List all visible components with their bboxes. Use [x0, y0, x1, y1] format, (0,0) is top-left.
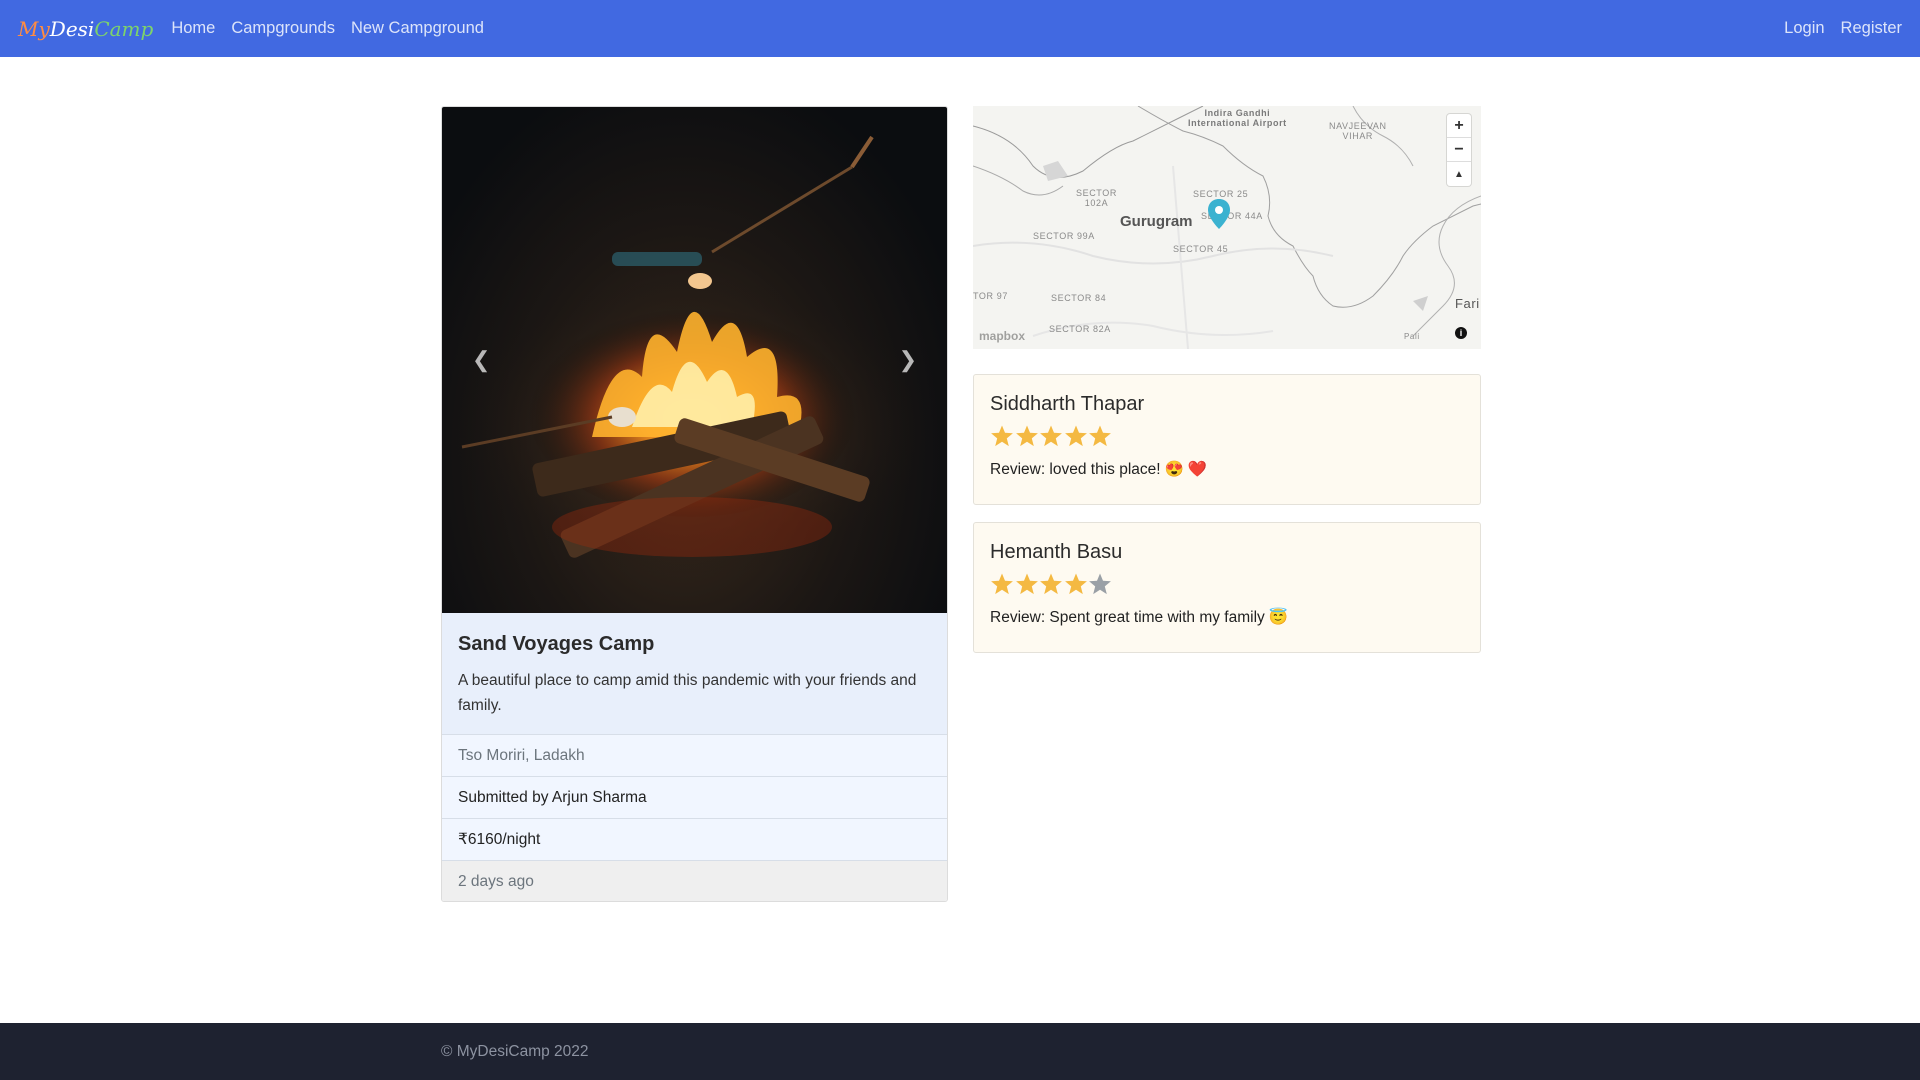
map-label-navjeevan: NAVJEEVAN VIHAR	[1329, 121, 1387, 141]
footer: © MyDesiCamp 2022	[0, 1023, 1920, 1080]
campground-posted-time: 2 days ago	[442, 860, 947, 901]
star-icon	[1040, 425, 1062, 447]
zoom-in-button[interactable]: +	[1447, 114, 1471, 138]
smiling-halo-emoji-icon: 😇	[1268, 609, 1289, 626]
map-label-sector102a: SECTOR 102A	[1076, 188, 1117, 208]
map-label-sector82a: SECTOR 82A	[1049, 324, 1111, 334]
info-icon[interactable]: i	[1455, 327, 1467, 339]
campground-map[interactable]: Indira Gandhi International Airport NAVJ…	[973, 106, 1481, 349]
nav-right: Login Register	[1768, 19, 1902, 38]
star-empty-icon	[1089, 573, 1111, 595]
star-icon	[1089, 425, 1111, 447]
navbar: My Desi Camp Home Campgrounds New Campgr…	[0, 0, 1920, 57]
chevron-left-icon[interactable]: ❮	[472, 347, 490, 373]
map-label-sector45: SECTOR 45	[1173, 244, 1229, 254]
nav-link-new-campground[interactable]: New Campground	[351, 19, 484, 38]
map-city-label: Gurugram	[1120, 213, 1193, 230]
footer-copyright: © MyDesiCamp 2022	[441, 1043, 589, 1060]
map-label-navjeevan-line1: NAVJEEVAN	[1329, 121, 1387, 131]
star-icon	[1015, 573, 1038, 595]
map-label-airport-line1: Indira Gandhi	[1204, 108, 1271, 118]
review-text: Review: loved this place!	[990, 460, 1161, 478]
map-label-airport: Indira Gandhi International Airport	[1188, 108, 1287, 128]
map-label-sector99a: SECTOR 99A	[1033, 231, 1095, 241]
star-icon	[1064, 573, 1087, 595]
map-controls: + − ▲	[1447, 114, 1471, 186]
red-heart-emoji-icon: ❤️	[1187, 461, 1208, 478]
review-text-row: Review: loved this place! 😍 ❤️	[990, 460, 1464, 479]
campground-title: Sand Voyages Camp	[458, 633, 655, 655]
map-label-pali: Pali	[1404, 332, 1420, 341]
star-icon	[1040, 573, 1062, 595]
map-marker-icon[interactable]	[1208, 199, 1230, 229]
chevron-right-icon[interactable]: ❯	[899, 347, 917, 373]
star-icon	[991, 425, 1013, 447]
brand-logo[interactable]: My Desi Camp	[18, 17, 153, 41]
nav-link-register[interactable]: Register	[1841, 19, 1902, 38]
map-label-sector102a-line2: 102A	[1084, 198, 1109, 208]
campground-location: Tso Moriri, Ladakh	[442, 734, 947, 776]
campground-author: Submitted by Arjun Sharma	[442, 776, 947, 818]
map-label-airport-line2: International Airport	[1188, 118, 1287, 128]
review-card: Siddharth Thapar Review: loved this plac…	[973, 374, 1481, 505]
compass-icon[interactable]: ▲	[1447, 162, 1471, 186]
star-icon	[1064, 425, 1087, 447]
campground-description: A beautiful place to camp amid this pand…	[458, 672, 917, 714]
nav-link-login[interactable]: Login	[1784, 19, 1824, 38]
mapbox-logo[interactable]: mapbox	[979, 329, 1025, 343]
review-author: Siddharth Thapar	[990, 393, 1145, 415]
star-icon	[1015, 425, 1038, 447]
map-label-sector84: SECTOR 84	[1051, 293, 1107, 303]
map-label-fari: Fari	[1455, 296, 1480, 311]
brand-part-desi: Desi	[49, 16, 95, 41]
review-text-row: Review: Spent great time with my family …	[990, 608, 1464, 627]
review-text: Review: Spent great time with my family	[990, 608, 1265, 626]
heart-eyes-emoji-icon: 😍	[1164, 461, 1184, 478]
image-carousel[interactable]: ❮ ❯	[442, 107, 947, 613]
review-card: Hemanth Basu Review: Spent great time wi…	[973, 522, 1481, 653]
map-label-sector102a-line1: SECTOR	[1076, 188, 1117, 198]
brand-part-camp: Camp	[94, 16, 154, 41]
nav-link-campgrounds[interactable]: Campgrounds	[231, 19, 335, 38]
zoom-out-button[interactable]: −	[1447, 138, 1471, 162]
map-label-sector25: SECTOR 25	[1193, 189, 1249, 199]
map-label-tor97: TOR 97	[973, 291, 1008, 301]
star-rating	[990, 424, 1464, 448]
nav-link-home[interactable]: Home	[171, 19, 215, 38]
campground-card: ❮ ❯ Sand Voyages Camp A beautiful place …	[441, 106, 948, 902]
star-rating	[990, 572, 1464, 596]
campfire-image	[452, 135, 932, 577]
campground-price: ₹6160/night	[442, 818, 947, 860]
review-author: Hemanth Basu	[990, 541, 1123, 563]
brand-part-my: My	[18, 16, 50, 41]
star-icon	[991, 573, 1013, 595]
map-label-navjeevan-line2: VIHAR	[1342, 131, 1374, 141]
card-body: Sand Voyages Camp A beautiful place to c…	[442, 613, 947, 734]
